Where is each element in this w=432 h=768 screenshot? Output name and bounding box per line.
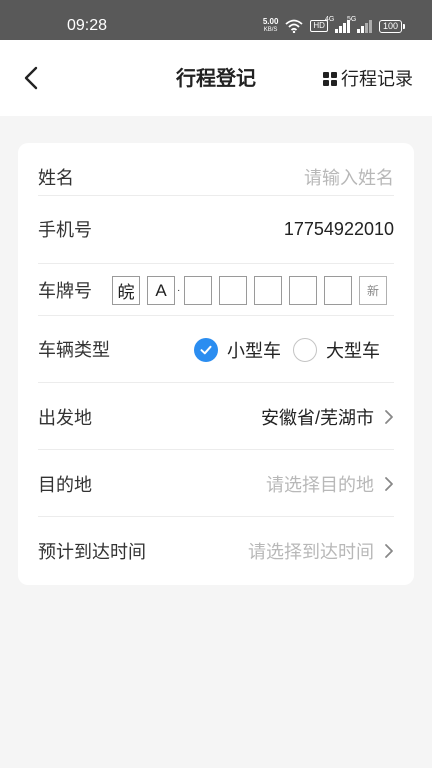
plate-char-box[interactable] — [289, 276, 317, 305]
arrival-time-picker[interactable]: 请选择到达时间 — [248, 531, 394, 571]
phone-input[interactable]: 17754922010 — [284, 209, 394, 249]
trip-form-card: 姓名 请输入姓名 手机号 17754922010 车牌号 皖 A · 新 车辆类… — [18, 143, 414, 585]
chevron-right-icon — [385, 544, 393, 558]
plate-char-box[interactable] — [324, 276, 352, 305]
radio-small-car[interactable]: 小型车 — [194, 337, 281, 363]
chevron-right-icon — [385, 477, 393, 491]
vehicle-type-label: 车辆类型 — [38, 340, 110, 360]
destination-picker[interactable]: 请选择目的地 — [266, 464, 394, 504]
radio-circle-icon — [293, 338, 317, 362]
wifi-icon — [285, 19, 303, 33]
battery-icon: 100 — [378, 19, 406, 33]
nav-bar: 行程登记 行程记录 — [0, 40, 432, 116]
network-speed: 5.00 KB/S — [262, 17, 279, 34]
name-label: 姓名 — [38, 168, 74, 188]
plate-letter-box[interactable]: A — [147, 276, 175, 305]
divider — [38, 263, 394, 264]
plate-char-box[interactable] — [254, 276, 282, 305]
plate-province-box[interactable]: 皖 — [112, 276, 140, 305]
status-bar: 09:28 5.00 KB/S HD 4G 5G 100 — [0, 0, 432, 40]
arrival-time-label: 预计到达时间 — [38, 542, 146, 562]
divider — [38, 382, 394, 383]
plate-label: 车牌号 — [38, 281, 92, 301]
radio-label: 大型车 — [326, 341, 380, 361]
plate-new-energy-box[interactable]: 新 — [359, 276, 387, 305]
vehicle-type-options: 小型车 大型车 — [182, 337, 380, 363]
divider — [38, 315, 394, 316]
checkmark-icon — [194, 338, 218, 362]
plate-char-box[interactable] — [219, 276, 247, 305]
name-input[interactable]: 请输入姓名 — [304, 157, 394, 197]
radio-large-car[interactable]: 大型车 — [293, 337, 380, 363]
trip-records-label: 行程记录 — [341, 69, 413, 89]
departure-value: 安徽省/芜湖市 — [260, 408, 374, 428]
arrival-time-placeholder: 请选择到达时间 — [248, 542, 374, 562]
trip-records-button[interactable]: 行程记录 — [323, 67, 413, 91]
destination-label: 目的地 — [38, 475, 92, 495]
status-icons: 5.00 KB/S HD 4G 5G 100 — [262, 16, 406, 35]
plate-separator: · — [177, 284, 181, 296]
radio-label: 小型车 — [227, 341, 281, 361]
plate-input: 皖 A · 新 — [112, 276, 387, 305]
grid-icon — [323, 72, 337, 86]
chevron-right-icon — [385, 410, 393, 424]
plate-char-box[interactable] — [184, 276, 212, 305]
destination-placeholder: 请选择目的地 — [266, 475, 374, 495]
status-time: 09:28 — [67, 17, 108, 34]
divider — [38, 516, 394, 517]
divider — [38, 449, 394, 450]
departure-label: 出发地 — [38, 408, 92, 428]
signal-icon-2: 5G — [347, 16, 372, 33]
departure-picker[interactable]: 安徽省/芜湖市 — [261, 397, 394, 437]
divider — [38, 195, 394, 196]
phone-label: 手机号 — [38, 220, 92, 240]
